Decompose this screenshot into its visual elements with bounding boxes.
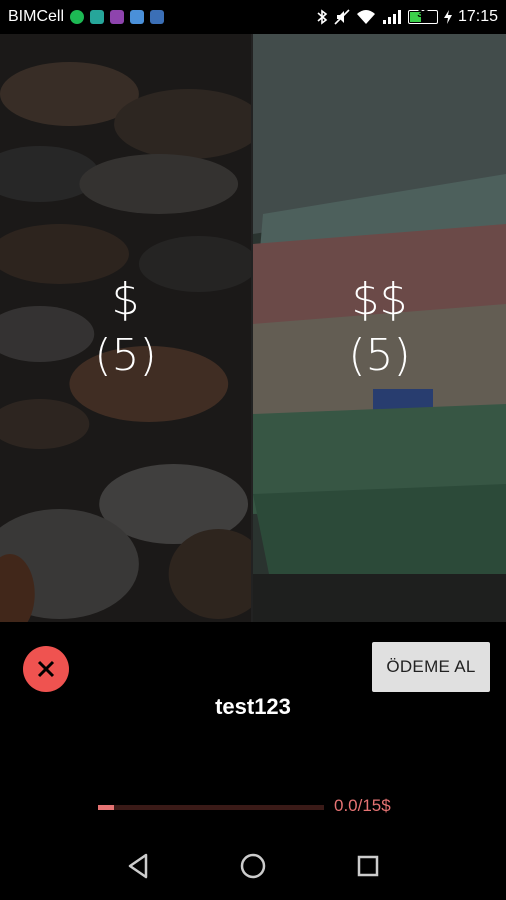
collect-payment-button[interactable]: ÖDEME AL xyxy=(372,642,490,692)
home-icon xyxy=(240,853,266,879)
back-icon xyxy=(128,853,147,879)
mute-icon xyxy=(334,9,350,25)
status-left: BIMCell xyxy=(8,8,165,26)
status-right: 38 17:15 xyxy=(316,8,498,26)
carrier-name: BIMCell xyxy=(8,8,65,25)
mail-icon xyxy=(150,10,165,24)
tier-banknotes-count: (5) xyxy=(348,330,411,381)
payment-progress-text: 0.0/15$ xyxy=(334,796,391,815)
recents-icon xyxy=(358,855,379,877)
home-button[interactable] xyxy=(233,846,273,886)
chat-icon xyxy=(130,10,145,24)
tier-coins[interactable]: $ (5) xyxy=(0,34,253,622)
tier-banknotes[interactable]: $$ (5) xyxy=(253,34,506,622)
wifi-icon xyxy=(356,9,376,25)
tier-coins-count: (5) xyxy=(94,330,157,381)
back-button[interactable] xyxy=(118,846,158,886)
username: test123 xyxy=(215,694,291,719)
recents-button[interactable] xyxy=(348,846,388,886)
status-bar: BIMCell 38 17:15 xyxy=(0,0,506,34)
navigation-bar xyxy=(0,832,506,900)
image-icon xyxy=(90,10,105,24)
charging-icon xyxy=(443,10,452,24)
tier-banknotes-symbol: $$ xyxy=(351,274,408,325)
payment-progress-fill xyxy=(98,805,114,810)
battery-level: 38 xyxy=(417,9,429,20)
tier-selector: $ (5) $$ (5) xyxy=(0,34,506,622)
bluetooth-icon xyxy=(316,9,328,25)
close-icon xyxy=(37,660,55,678)
tier-coins-symbol: $ xyxy=(111,274,140,325)
close-button[interactable] xyxy=(23,646,69,692)
clock: 17:15 xyxy=(457,8,498,25)
payment-panel: ÖDEME AL test123 0.0/15$ xyxy=(0,622,506,832)
app-icon xyxy=(110,10,125,24)
signal-icon xyxy=(382,9,402,25)
spotify-icon xyxy=(70,10,85,24)
payment-progress-bar xyxy=(98,805,324,810)
battery-icon: 38 xyxy=(407,9,438,24)
